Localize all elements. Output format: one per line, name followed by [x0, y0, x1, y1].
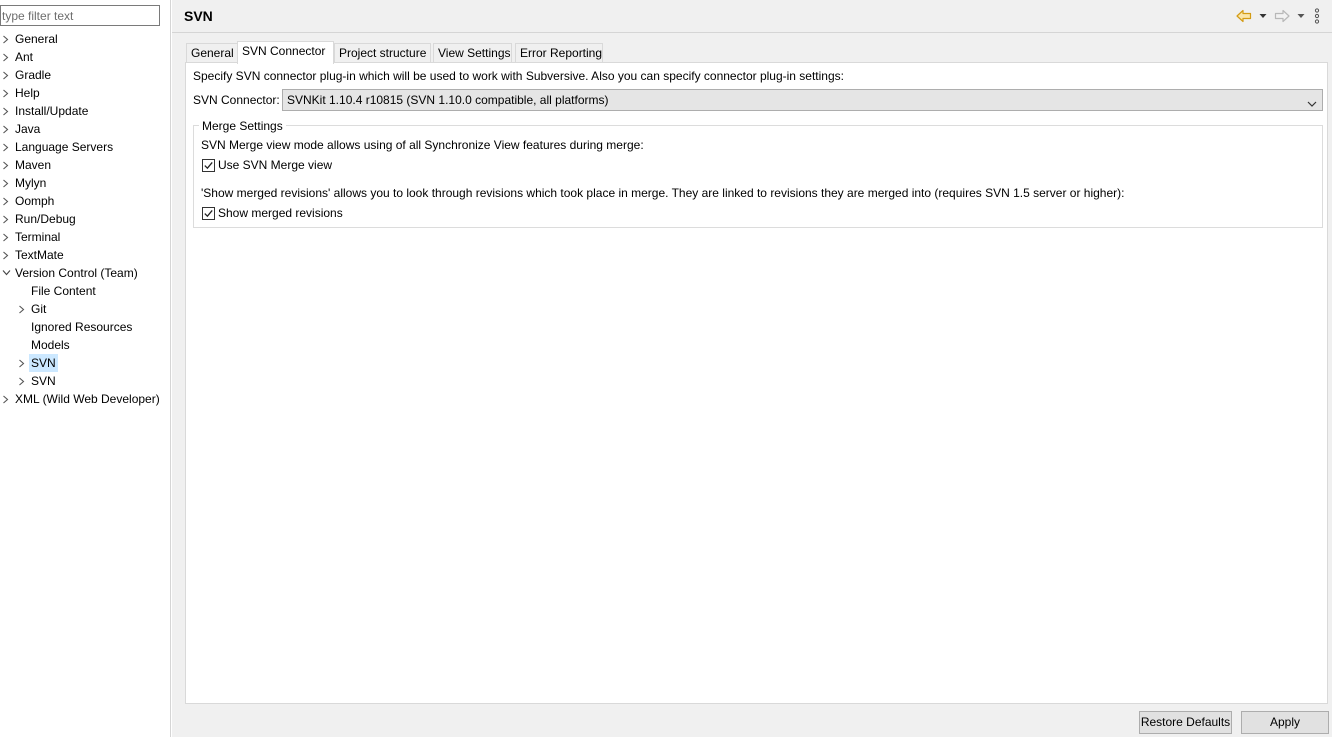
tree-item[interactable]: TextMate: [0, 246, 170, 264]
tree-item[interactable]: Maven: [0, 156, 170, 174]
back-arrow-icon[interactable]: [1236, 8, 1252, 24]
connector-select-value: SVNKit 1.10.4 r10815 (SVN 1.10.0 compati…: [287, 93, 609, 107]
tab-error-reporting[interactable]: Error Reporting: [515, 43, 603, 63]
tree-item[interactable]: SVN: [0, 354, 170, 372]
merge-settings-group: Merge Settings SVN Merge view mode allow…: [193, 119, 1323, 228]
chevron-right-icon[interactable]: [1, 246, 11, 264]
chevron-right-icon[interactable]: [1, 138, 11, 156]
show-merged-revisions-label[interactable]: Show merged revisions: [218, 206, 343, 220]
tree-item-label: Install/Update: [15, 104, 89, 118]
tree-item[interactable]: Mylyn: [0, 174, 170, 192]
tree-item[interactable]: General: [0, 30, 170, 48]
chevron-right-icon[interactable]: [1, 174, 11, 192]
tree-item[interactable]: Gradle: [0, 66, 170, 84]
tree-item[interactable]: Version Control (Team): [0, 264, 170, 282]
page-title: SVN: [184, 8, 213, 24]
chevron-down-icon[interactable]: [1, 264, 11, 282]
preference-page: SVN General SVN Connector Project struct…: [172, 0, 1332, 737]
tree-item-label: Language Servers: [15, 140, 114, 154]
tree-item[interactable]: Ignored Resources: [0, 318, 170, 336]
tree-item-label: Git: [31, 302, 47, 316]
tree-item-label: XML (Wild Web Developer): [15, 392, 160, 406]
connector-description: Specify SVN connector plug-in which will…: [193, 69, 844, 83]
tree-item-label: Models: [31, 338, 70, 352]
tree-item-label: Run/Debug: [15, 212, 76, 226]
view-menu-icon[interactable]: [1314, 8, 1320, 24]
chevron-right-icon[interactable]: [17, 372, 27, 390]
tree-item[interactable]: Terminal: [0, 228, 170, 246]
tree-item-label: Help: [15, 86, 40, 100]
chevron-right-icon[interactable]: [1, 192, 11, 210]
tree-item-label: File Content: [31, 284, 96, 298]
tree-item[interactable]: SVN: [0, 372, 170, 390]
tree-item-label: TextMate: [15, 248, 64, 262]
connector-label: SVN Connector:: [193, 93, 280, 107]
chevron-right-icon[interactable]: [1, 156, 11, 174]
tree-item-label: SVN: [29, 354, 58, 372]
tree-item[interactable]: Help: [0, 84, 170, 102]
tree-item-label: SVN: [31, 374, 56, 388]
forward-dropdown-icon[interactable]: [1297, 8, 1305, 24]
use-merge-view-checkbox[interactable]: [202, 159, 215, 172]
preferences-tree: General Ant Gradle Help Install/Update Java La…: [0, 30, 170, 408]
chevron-right-icon[interactable]: [1, 30, 11, 48]
tree-item-label: General: [15, 32, 58, 46]
merge-settings-title: Merge Settings: [199, 119, 286, 133]
chevron-right-icon[interactable]: [1, 102, 11, 120]
chevron-right-icon[interactable]: [17, 300, 27, 318]
restore-defaults-button[interactable]: Restore Defaults: [1139, 711, 1232, 734]
preferences-tree-panel: General Ant Gradle Help Install/Update Java La…: [0, 0, 171, 737]
tree-item[interactable]: Java: [0, 120, 170, 138]
apply-button[interactable]: Apply: [1241, 711, 1329, 734]
tree-item[interactable]: Run/Debug: [0, 210, 170, 228]
tree-item-label: Mylyn: [15, 176, 47, 190]
tree-item[interactable]: Git: [0, 300, 170, 318]
chevron-down-icon: [1307, 97, 1317, 111]
tree-item[interactable]: Oomph: [0, 192, 170, 210]
tree-item[interactable]: Language Servers: [0, 138, 170, 156]
chevron-right-icon[interactable]: [17, 354, 27, 372]
chevron-right-icon[interactable]: [1, 66, 11, 84]
chevron-right-icon[interactable]: [1, 48, 11, 66]
merge-mode-text: SVN Merge view mode allows using of all …: [201, 138, 644, 152]
filter-input[interactable]: [0, 5, 160, 26]
tree-item-label: Maven: [15, 158, 52, 172]
tab-general[interactable]: General: [186, 43, 238, 63]
tab-view-settings[interactable]: View Settings: [433, 43, 512, 63]
svn-connector-panel: Specify SVN connector plug-in which will…: [185, 62, 1328, 704]
tree-item-label: Gradle: [15, 68, 52, 82]
tree-item-label: Java: [15, 122, 41, 136]
chevron-right-icon[interactable]: [1, 210, 11, 228]
tree-item[interactable]: Models: [0, 336, 170, 354]
tree-item-label: Oomph: [15, 194, 55, 208]
tree-item-label: Version Control (Team): [15, 266, 138, 280]
title-separator: [172, 32, 1332, 33]
tab-svn-connector[interactable]: SVN Connector: [237, 41, 334, 64]
chevron-right-icon[interactable]: [1, 84, 11, 102]
tree-item-label: Terminal: [15, 230, 61, 244]
tree-item-label: Ignored Resources: [31, 320, 133, 334]
show-merged-revisions-checkbox[interactable]: [202, 207, 215, 220]
tab-project-structure[interactable]: Project structure: [334, 43, 431, 63]
chevron-right-icon[interactable]: [1, 120, 11, 138]
use-merge-view-label[interactable]: Use SVN Merge view: [218, 158, 332, 172]
chevron-right-icon[interactable]: [1, 228, 11, 246]
tree-item[interactable]: Install/Update: [0, 102, 170, 120]
chevron-right-icon[interactable]: [1, 390, 11, 408]
tree-item[interactable]: Ant: [0, 48, 170, 66]
back-dropdown-icon[interactable]: [1259, 8, 1267, 24]
tree-item-label: Ant: [15, 50, 34, 64]
forward-arrow-icon[interactable]: [1274, 8, 1290, 24]
connector-select[interactable]: SVNKit 1.10.4 r10815 (SVN 1.10.0 compati…: [282, 89, 1323, 111]
tree-item[interactable]: XML (Wild Web Developer): [0, 390, 170, 408]
tree-item[interactable]: File Content: [0, 282, 170, 300]
merged-revisions-text: 'Show merged revisions' allows you to lo…: [201, 186, 1125, 200]
